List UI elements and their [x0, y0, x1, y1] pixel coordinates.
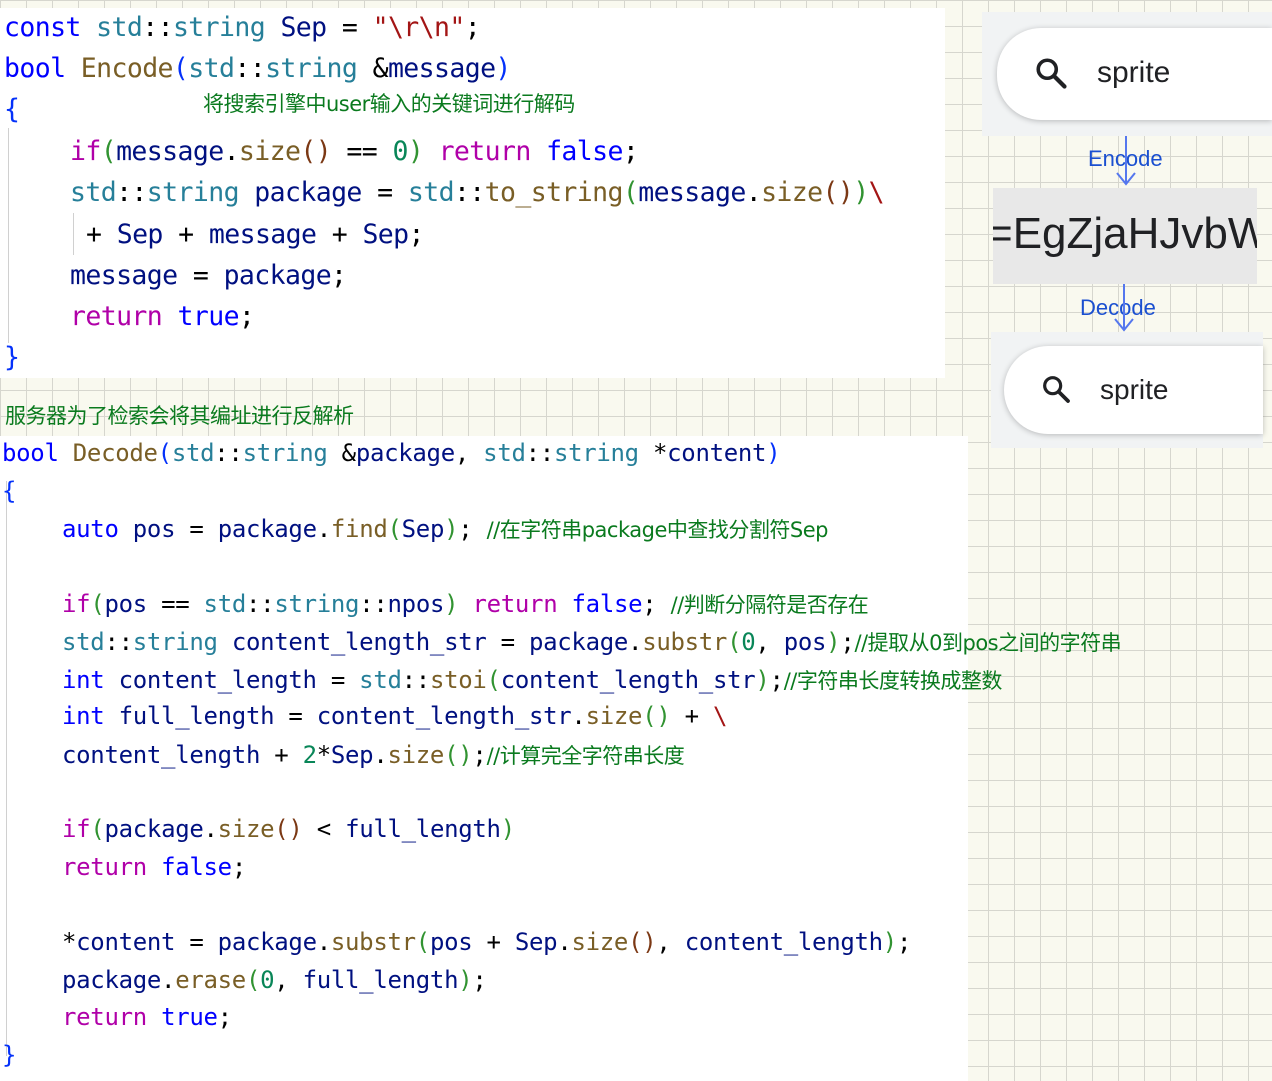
code-line-7: message = package;	[70, 260, 347, 291]
search-box-top-frame: sprite	[982, 12, 1272, 136]
decode-arrow	[1114, 284, 1134, 332]
code-line-1: const std::string Sep = "\r\n";	[4, 12, 481, 43]
decode-line-2: {	[2, 477, 17, 505]
decode-line-8: content_length + 2*Sep.size();//计算完全字符串长…	[62, 741, 685, 769]
search-query-top[interactable]: sprite	[1097, 56, 1170, 90]
encode-annotation: 将搜索引擎中user输入的关键词进行解码	[203, 92, 575, 116]
decode-line-9: if(package.size() < full_length)	[62, 815, 515, 843]
encoded-value-box: =EgZjaHJvbW	[993, 188, 1257, 284]
decode-line-12: package.erase(0, full_length);	[62, 966, 487, 994]
code-line-4: if(message.size() == 0) return false;	[70, 136, 639, 167]
search-icon	[1043, 376, 1070, 403]
decode-line-11: *content = package.substr(pos + Sep.size…	[62, 928, 912, 956]
decode-line-7: int full_length = content_length_str.siz…	[62, 702, 728, 730]
encode-code-panel: const std::string Sep = "\r\n"; bool Enc…	[0, 8, 945, 378]
search-query-bottom[interactable]: sprite	[1100, 374, 1168, 406]
comment-find: //在字符串package中查找分割符Sep	[486, 518, 829, 542]
code-line-2: bool Encode(std::string &message)	[4, 53, 511, 84]
decode-line-14: }	[2, 1041, 17, 1069]
search-icon	[1036, 58, 1067, 89]
decode-line-5: std::string content_length_str = package…	[62, 628, 1122, 656]
search-box-bottom-frame: sprite	[991, 332, 1263, 448]
encode-arrow	[1116, 136, 1136, 186]
encoded-value: =EgZjaHJvbW	[993, 209, 1257, 258]
decode-line-4: if(pos == std::string::npos) return fals…	[62, 590, 869, 618]
code-line-9: }	[4, 342, 20, 373]
indent-guide	[6, 481, 7, 1056]
comment-npos: //判断分隔符是否存在	[670, 593, 869, 617]
code-line-5: std::string package = std::to_string(mes…	[70, 177, 885, 208]
decode-line-1: bool Decode(std::string &package, std::s…	[2, 439, 781, 467]
decode-line-10: return false;	[62, 853, 246, 881]
decode-code-panel: bool Decode(std::string &package, std::s…	[0, 436, 1122, 1081]
decode-line-13: return true;	[62, 1003, 232, 1031]
indent-guide	[8, 128, 9, 343]
comment-full: //计算完全字符串长度	[486, 744, 685, 768]
search-box-bottom[interactable]: sprite	[1004, 346, 1263, 434]
code-line-3: {	[4, 94, 20, 125]
indent-guide	[73, 213, 74, 255]
decode-line-6: int content_length = std::stoi(content_l…	[62, 666, 1003, 694]
code-line-8: return true;	[70, 301, 255, 332]
code-line-6: + Sep + message + Sep;	[86, 219, 424, 250]
search-box-top[interactable]: sprite	[997, 28, 1272, 120]
decode-annotation: 服务器为了检索会将其编址进行反解析	[5, 404, 354, 428]
comment-substr: //提取从0到pos之间的字符串	[854, 631, 1122, 655]
comment-stoi: //字符串长度转换成整数	[783, 669, 1003, 693]
decode-line-3: auto pos = package.find(Sep); //在字符串pack…	[62, 515, 829, 543]
